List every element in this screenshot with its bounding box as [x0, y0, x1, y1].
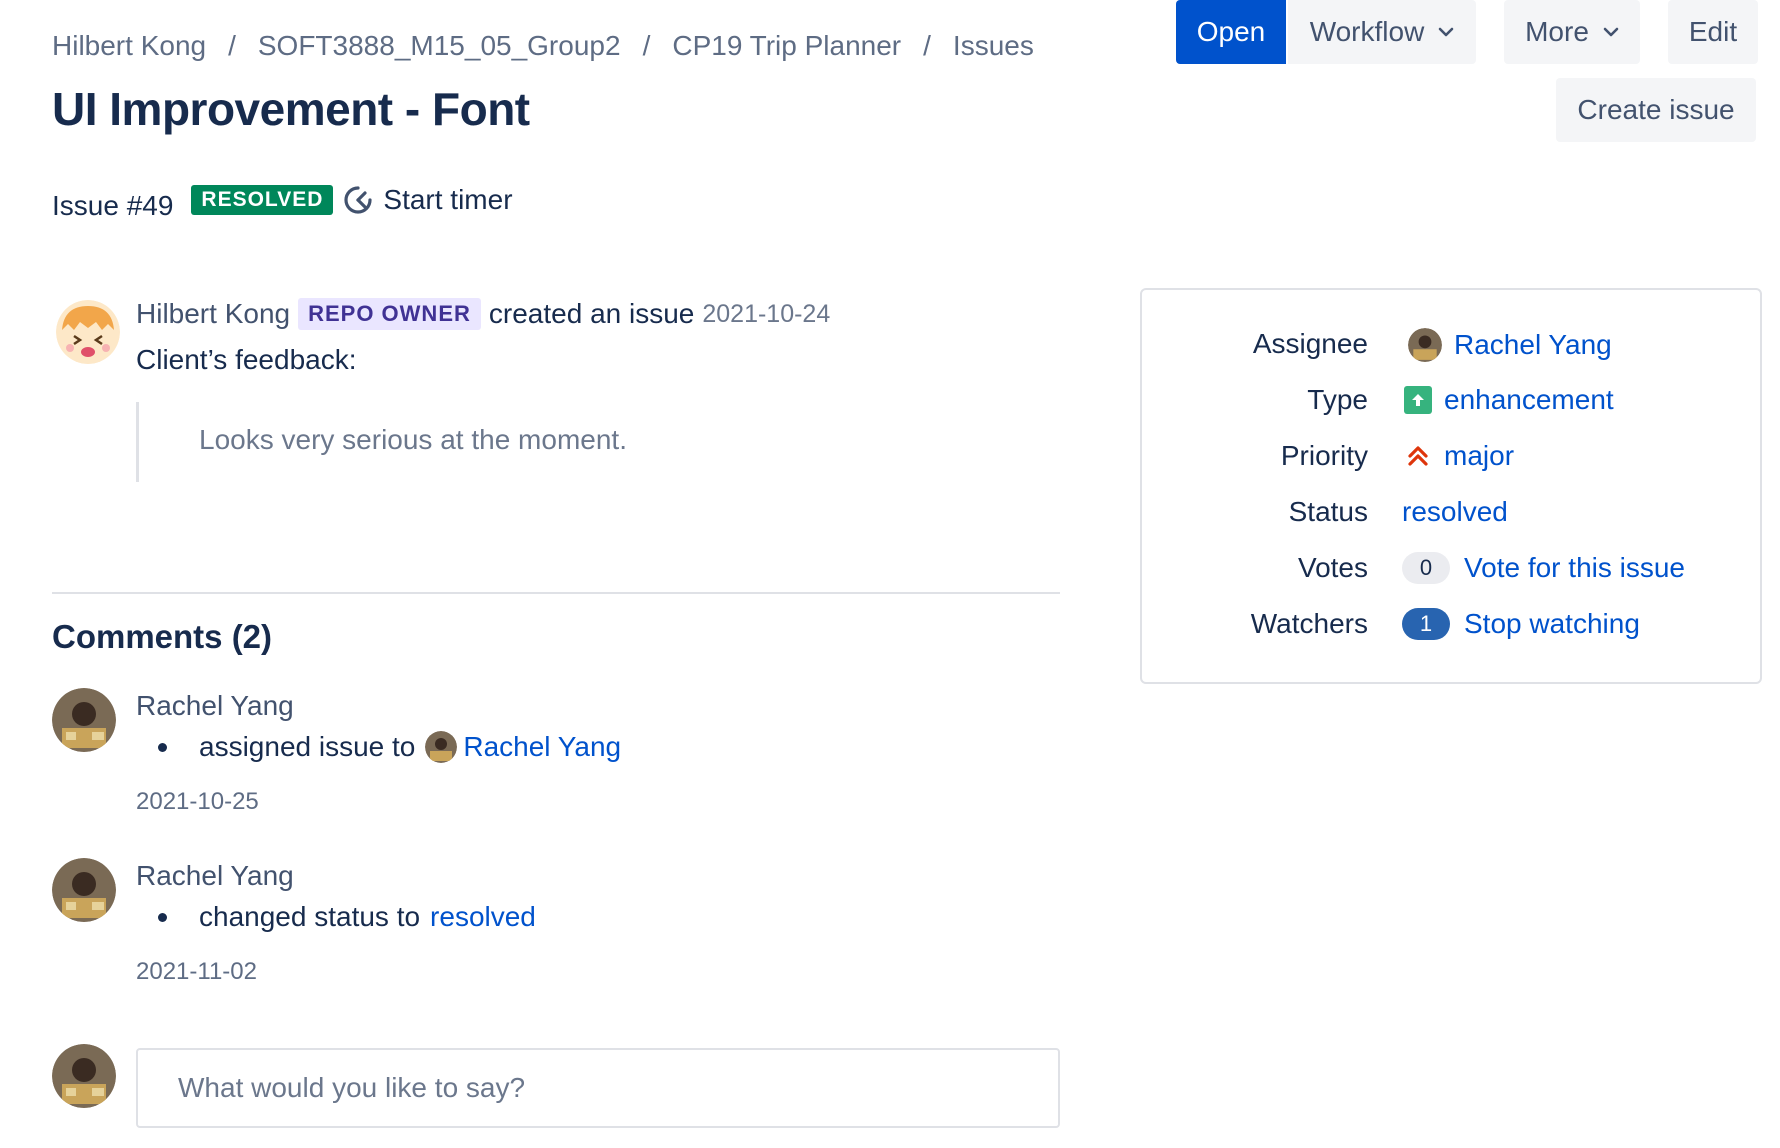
- avatar: [425, 731, 458, 763]
- type-row: Type enhancement: [1142, 384, 1760, 424]
- timer-icon[interactable]: [343, 185, 373, 215]
- watchers-label: Watchers: [1250, 608, 1368, 639]
- assignee-row: Assignee Rachel Yang: [1142, 328, 1760, 368]
- bullet: [158, 742, 167, 752]
- chevron-down-icon: [1439, 27, 1454, 37]
- votes-row: Votes 0 Vote for this issue: [1142, 552, 1760, 592]
- blockquote: Looks very serious at the moment.: [136, 402, 836, 482]
- description-text: Client’s feedback:: [136, 344, 357, 375]
- comment-input[interactable]: What would you like to say?: [136, 1048, 1060, 1128]
- create-issue-button[interactable]: Create issue: [1556, 78, 1756, 142]
- avatar[interactable]: [52, 688, 116, 752]
- breadcrumb: Hilbert Kong / SOFT3888_M15_05_Group2 / …: [52, 30, 1034, 62]
- avatar: [1408, 328, 1442, 362]
- stop-watching-link[interactable]: Stop watching: [1464, 608, 1640, 640]
- page-title: UI Improvement - Font: [52, 83, 530, 135]
- status-badge: RESOLVED: [191, 185, 334, 215]
- open-button[interactable]: Open: [1176, 0, 1286, 64]
- comment-action: assigned issue to: [199, 731, 416, 762]
- comment-change: changed status to resolved: [158, 901, 536, 933]
- breadcrumb-separator: /: [923, 30, 931, 61]
- repo-owner-badge: REPO OWNER: [298, 298, 481, 330]
- breadcrumb-separator: /: [228, 30, 236, 61]
- priority-major-icon: [1408, 446, 1428, 466]
- priority-row: Priority major: [1142, 440, 1760, 480]
- status-link[interactable]: resolved: [430, 901, 536, 933]
- divider: [52, 592, 1060, 594]
- avatar: [52, 1044, 116, 1108]
- comment-author[interactable]: Rachel Yang: [136, 690, 294, 722]
- votes-count: 0: [1402, 552, 1450, 584]
- event-action: created an issue: [488, 298, 695, 329]
- avatar[interactable]: [52, 858, 116, 922]
- more-label: More: [1525, 16, 1589, 47]
- event-date: 2021-10-24: [702, 299, 831, 328]
- type-label: Type: [1307, 384, 1368, 415]
- breadcrumb-separator: /: [642, 30, 651, 61]
- priority-label: Priority: [1280, 440, 1368, 471]
- breadcrumb-user[interactable]: Hilbert Kong: [52, 30, 206, 62]
- workflow-dropdown[interactable]: Workflow: [1288, 0, 1476, 64]
- avatar[interactable]: [56, 300, 120, 364]
- breadcrumb-project[interactable]: CP19 Trip Planner: [672, 30, 901, 62]
- breadcrumb-issues[interactable]: Issues: [953, 30, 1034, 62]
- watchers-count: 1: [1402, 608, 1450, 640]
- type-link[interactable]: enhancement: [1444, 384, 1614, 416]
- issue-number: Issue #49: [52, 190, 174, 221]
- breadcrumb-repository[interactable]: SOFT3888_M15_05_Group2: [258, 30, 621, 62]
- chevron-down-icon: [1603, 27, 1619, 37]
- status-link[interactable]: resolved: [1402, 496, 1508, 528]
- comment-action: changed status to: [199, 901, 421, 932]
- assignee-link[interactable]: Rachel Yang: [1454, 329, 1612, 361]
- votes-label: Votes: [1297, 552, 1368, 583]
- issue-attributes-panel: Assignee Rachel Yang Type enhancement Pr…: [1140, 288, 1762, 684]
- watchers-row: Watchers 1 Stop watching: [1142, 608, 1760, 648]
- assignee-link[interactable]: Rachel Yang: [463, 731, 621, 763]
- enhancement-icon: [1404, 386, 1432, 414]
- comment-date: 2021-10-25: [136, 788, 259, 815]
- vote-link[interactable]: Vote for this issue: [1464, 552, 1685, 584]
- priority-link[interactable]: major: [1444, 440, 1514, 472]
- assignee-label: Assignee: [1252, 328, 1368, 359]
- start-timer-link[interactable]: Start timer: [383, 184, 512, 216]
- workflow-label: Workflow: [1309, 16, 1425, 47]
- comment-author[interactable]: Rachel Yang: [136, 860, 294, 892]
- quote-text: Looks very serious at the moment.: [199, 424, 627, 455]
- more-dropdown[interactable]: More: [1504, 0, 1640, 64]
- event-header: Hilbert Kong REPO OWNER created an issue…: [136, 298, 830, 330]
- edit-button[interactable]: Edit: [1668, 0, 1758, 64]
- bullet: [158, 912, 167, 922]
- issue-meta: Issue #49 RESOLVED Start timer: [52, 184, 513, 221]
- status-row: Status resolved: [1142, 496, 1760, 536]
- comment-change: assigned issue to Rachel Yang: [158, 731, 621, 763]
- comment-date: 2021-11-02: [136, 958, 257, 985]
- event-author[interactable]: Hilbert Kong: [136, 298, 290, 330]
- comments-heading: Comments (2): [52, 618, 273, 655]
- status-label: Status: [1288, 496, 1368, 527]
